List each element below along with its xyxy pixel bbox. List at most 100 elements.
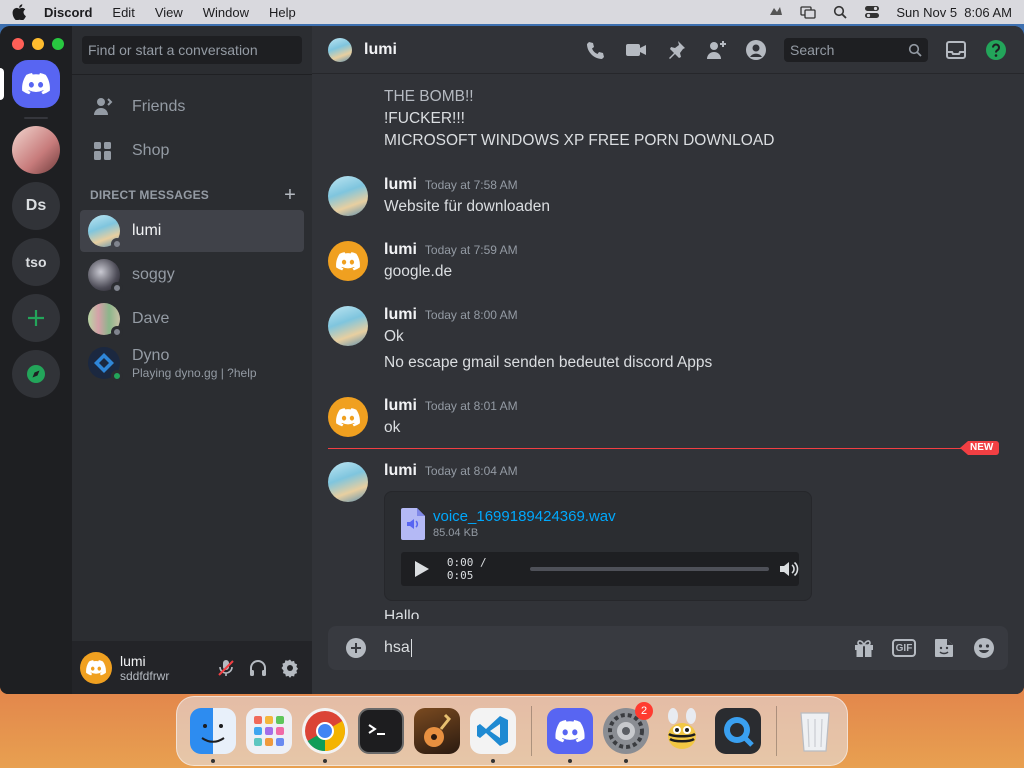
user-names[interactable]: lumi sddfdfrwr [120, 653, 169, 683]
pinned-messages-button[interactable] [664, 38, 688, 62]
spotlight-search-icon[interactable] [832, 5, 848, 19]
direct-messages-home-button[interactable] [12, 60, 60, 108]
dm-item-lumi[interactable]: lumi [80, 210, 304, 252]
message-author[interactable]: lumi [384, 306, 417, 324]
direct-messages-label: DIRECT MESSAGES [90, 188, 210, 202]
sidebar-item-label: Friends [132, 98, 186, 115]
message-avatar[interactable] [328, 176, 368, 216]
screen-mirroring-icon[interactable] [800, 5, 817, 19]
menu-app-name[interactable]: Discord [44, 5, 92, 20]
control-center-icon[interactable] [864, 5, 880, 19]
chrome-icon[interactable] [302, 708, 348, 763]
compass-icon [27, 365, 45, 383]
volume-button[interactable] [779, 559, 799, 579]
search-icon [908, 43, 922, 57]
chat-panel: lumi Search THE BOMB!! !FUCKER!!! MICROS… [312, 26, 1024, 694]
voice-call-button[interactable] [584, 38, 608, 62]
dm-item-dave[interactable]: Dave [80, 298, 304, 340]
avatar [88, 347, 123, 382]
menubar-clock[interactable]: Sun Nov 5 8:06 AM [896, 5, 1012, 20]
create-dm-plus-icon[interactable]: + [284, 184, 296, 207]
attachment-size: 85.04 KB [433, 527, 479, 539]
macos-dock: 2 [176, 696, 848, 766]
attachment-filename-link[interactable]: voice_1699189424369.wav [433, 508, 616, 525]
dm-item-dyno[interactable]: Dyno Playing dyno.gg | ?help [80, 342, 304, 384]
message-author[interactable]: lumi [384, 397, 417, 415]
running-indicator [491, 759, 495, 763]
quicktime-icon[interactable] [715, 708, 761, 754]
gif-button[interactable]: GIF [892, 639, 916, 657]
avatar [88, 259, 123, 294]
composer-actions: GIF [852, 636, 996, 660]
mute-mic-button[interactable] [212, 654, 240, 682]
message-avatar[interactable] [328, 306, 368, 346]
user-settings-button[interactable] [276, 654, 304, 682]
menu-view[interactable]: View [155, 5, 183, 20]
emoji-button[interactable] [972, 636, 996, 660]
sticker-button[interactable] [932, 636, 956, 660]
message-author[interactable]: lumi [384, 176, 417, 194]
message-avatar[interactable] [328, 241, 368, 281]
dm-name: Dyno [132, 346, 170, 364]
play-button[interactable] [407, 554, 437, 584]
user-avatar[interactable] [80, 651, 112, 684]
send-gift-button[interactable] [852, 636, 876, 660]
user-profile-button[interactable] [744, 38, 768, 62]
audio-seek-bar[interactable] [529, 567, 769, 571]
garageband-icon[interactable] [414, 708, 460, 754]
message-composer: hsa GIF [328, 626, 1008, 670]
menu-edit[interactable]: Edit [112, 5, 134, 20]
sidebar-item-shop[interactable]: Shop [80, 130, 304, 172]
running-indicator [624, 759, 628, 763]
message-text: MICROSOFT WINDOWS XP FREE PORN DOWNLOAD [384, 132, 775, 149]
message-text: !FUCKER!!! [384, 110, 465, 127]
message-author[interactable]: lumi [384, 241, 417, 259]
dm-name: soggy [132, 266, 175, 283]
gift-icon [855, 640, 873, 657]
add-friends-to-dm-button[interactable] [704, 38, 728, 62]
minimize-window-button[interactable] [32, 38, 44, 50]
explore-servers-button[interactable] [12, 350, 60, 398]
finder-icon[interactable] [190, 708, 236, 763]
status-offline-icon [111, 282, 123, 294]
dock-separator [776, 706, 777, 756]
menu-help[interactable]: Help [269, 5, 296, 20]
message-author[interactable]: lumi [384, 462, 417, 480]
help-button[interactable] [984, 38, 1008, 62]
vscode-icon[interactable] [470, 708, 516, 763]
server-anime-avatar[interactable] [12, 126, 60, 174]
close-window-button[interactable] [12, 38, 24, 50]
find-conversation-button[interactable]: Find or start a conversation [82, 36, 302, 64]
terminal-icon[interactable] [358, 708, 404, 754]
header-username[interactable]: lumi [364, 41, 397, 59]
server-tso[interactable]: tso [12, 238, 60, 286]
server-ds[interactable]: Ds [12, 182, 60, 230]
discord-icon[interactable] [547, 708, 593, 763]
search-input[interactable]: Search [784, 37, 928, 62]
upload-button[interactable] [344, 636, 368, 660]
zoom-window-button[interactable] [52, 38, 64, 50]
deafen-button[interactable] [244, 654, 272, 682]
launchpad-icon[interactable] [246, 708, 292, 754]
text-caret [410, 639, 412, 657]
cyberduck-menubar-icon[interactable] [768, 5, 784, 19]
message-avatar[interactable] [328, 397, 368, 437]
trash-icon[interactable] [792, 708, 838, 754]
message-input[interactable]: hsa [384, 639, 412, 657]
cyberduck-icon[interactable] [659, 708, 705, 754]
dm-item-soggy[interactable]: soggy [80, 254, 304, 296]
header-toolbar: Search [584, 37, 1008, 62]
notification-badge: 2 [635, 702, 653, 720]
message-avatar[interactable] [328, 462, 368, 502]
audio-attachment: voice_1699189424369.wav 85.04 KB 0:00 / … [384, 491, 812, 601]
add-server-button[interactable] [12, 294, 60, 342]
video-call-button[interactable] [624, 38, 648, 62]
muted-mic-icon [218, 659, 234, 676]
apple-menu-icon[interactable] [12, 4, 26, 21]
menu-window[interactable]: Window [203, 5, 249, 20]
system-settings-icon[interactable]: 2 [603, 702, 653, 763]
message-timestamp: Today at 8:01 AM [424, 399, 518, 413]
inbox-button[interactable] [944, 38, 968, 62]
sidebar-item-friends[interactable]: Friends [80, 86, 304, 128]
running-indicator [211, 759, 215, 763]
